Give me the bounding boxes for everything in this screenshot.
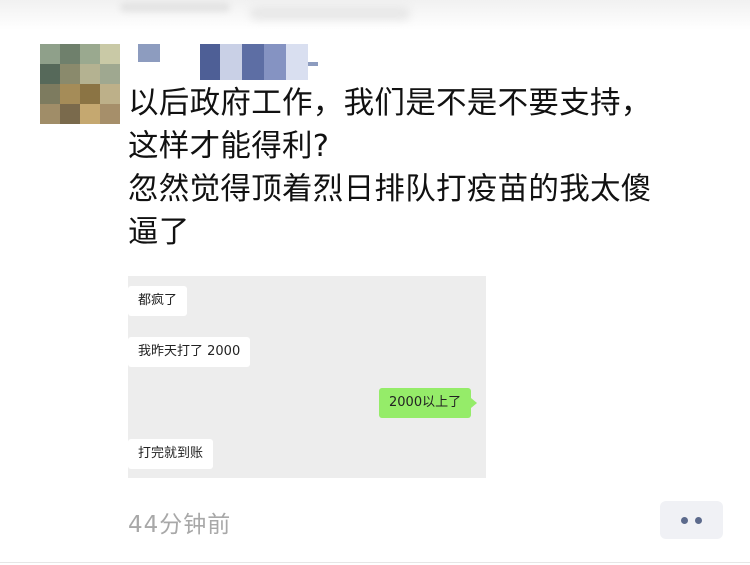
avatar[interactable] <box>40 44 120 124</box>
more-button[interactable] <box>660 501 723 539</box>
chat-bubble-me: 2000以上了 <box>379 388 478 418</box>
previous-post-edge <box>0 0 750 30</box>
chat-screenshot-image[interactable]: 都疯了 我昨天打了 2000 2000以上了 打完就到账 <box>128 276 486 478</box>
post-timestamp: 44分钟前 <box>128 512 232 538</box>
post-text: 以后政府工作，我们是不是不要支持， 这样才能得利? 忽然觉得顶着烈日排队打疫苗的… <box>128 86 652 250</box>
blurred-content <box>120 2 230 12</box>
chat-bubble-other: 我昨天打了 2000 <box>128 337 251 367</box>
chat-bubble-other: 都疯了 <box>128 286 188 316</box>
username-pixelated[interactable] <box>138 44 318 80</box>
chat-bubble-other: 打完就到账 <box>128 439 214 469</box>
divider <box>0 562 750 563</box>
blurred-content <box>250 6 410 20</box>
